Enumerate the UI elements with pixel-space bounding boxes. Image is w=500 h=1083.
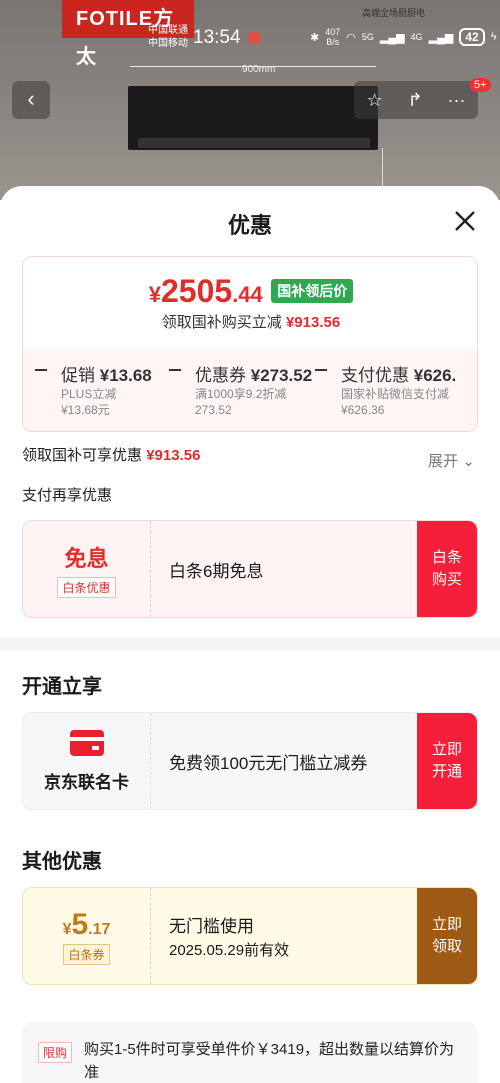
carrier-info: 中国联通 中国移动 xyxy=(148,24,188,50)
claim-button[interactable]: 立即 领取 xyxy=(417,888,477,984)
range-hood-base xyxy=(138,138,370,148)
interest-free-label: 免息 xyxy=(64,545,109,571)
coupon-left: ¥5.17 白条券 xyxy=(23,888,151,984)
coupon-left: 京东联名卡 xyxy=(23,713,151,809)
carrier-2: 中国移动 xyxy=(148,38,188,49)
price-integer: 2505 xyxy=(161,273,233,309)
price-currency: ¥ xyxy=(148,282,161,307)
carrier-1: 中国联通 xyxy=(148,25,188,36)
section-title-other: 其他优惠 xyxy=(22,851,102,873)
network-4g: 4G xyxy=(410,32,423,42)
purchase-limit-notice: 限购 购买1-5件时可享受单件价￥3419，超出数量以结算价为准 xyxy=(22,1022,478,1083)
card-offer-desc: 免费领100元无门槛立减券 xyxy=(169,753,368,773)
final-price: ¥2505.44 国补领后价 xyxy=(23,273,477,310)
coupon-int: 5 xyxy=(71,907,89,941)
minus-icon xyxy=(169,369,181,371)
payment-offer-title: 支付再享优惠 xyxy=(22,487,113,504)
subsidy-amount: ¥913.56 xyxy=(285,314,341,331)
promo-text: 高端全场厨厨电 xyxy=(362,8,426,18)
interest-free-coupon: 免息 白条优惠 白条6期免息 白条购买 xyxy=(22,520,478,618)
baitiao-coupon: ¥5.17 白条券 无门槛使用 2025.05.29前有效 立即领取 xyxy=(22,887,478,985)
coupon-left: 免息 白条优惠 xyxy=(23,521,151,617)
coupon-title: 无门槛使用 xyxy=(169,917,254,936)
breakdown-label: 优惠券 xyxy=(195,366,246,385)
baitiao-buy-button[interactable]: 白条 购买 xyxy=(417,521,477,617)
coupon-desc: 无门槛使用 2025.05.29前有效 xyxy=(151,888,417,984)
star-icon[interactable]: ☆ xyxy=(366,90,382,111)
more-icon[interactable]: ··· xyxy=(448,90,466,111)
breakdown-label: 促销 xyxy=(61,366,95,385)
breakdown-amount: ¥626. xyxy=(413,366,457,385)
btn-line-1: 立即 xyxy=(431,916,462,933)
card-name: 京东联名卡 xyxy=(44,772,129,792)
price-subtitle: 领取国补购买立减 ¥913.56 xyxy=(23,311,477,332)
breakdown-amount: ¥13.68 xyxy=(99,366,152,385)
limit-text: 购买1-5件时可享受单件价￥3419，超出数量以结算价为准 xyxy=(84,1041,455,1081)
coupon-tag: 白条优惠 xyxy=(57,576,116,598)
discount-sheet: 优惠 ¥2505.44 国补领后价 领取国补购买立减 ¥913.56 促销 ¥1… xyxy=(0,186,500,1083)
breakdown-detail: 满1000享9.2折减 xyxy=(195,387,287,401)
breakdown-detail: 国家补贴微信支付减 xyxy=(341,387,450,401)
signal-icon: ▂▄▆ xyxy=(379,31,405,44)
top-actions: ☆ ↱ ··· xyxy=(354,81,478,119)
coupon-desc: 白条6期免息 xyxy=(151,521,417,617)
network-5g: 5G xyxy=(361,32,374,42)
expand-button[interactable]: 展开 ⌄ xyxy=(428,450,475,471)
message-badge: 5+ xyxy=(470,78,491,92)
gov-subsidy-label: 领取国补可享优惠 xyxy=(22,447,143,464)
minus-icon xyxy=(315,369,327,371)
measure-label: 900mm xyxy=(242,64,276,75)
limit-tag: 限购 xyxy=(38,1042,73,1063)
gov-subsidy-amount: ¥913.56 xyxy=(146,447,201,464)
cobrand-card-offer: 京东联名卡 免费领100元无门槛立减券 立即开通 xyxy=(22,712,478,810)
breakdown-item-payment: 支付优惠 ¥626. 国家补贴微信支付减 ¥626.36 xyxy=(303,349,463,431)
coupon-amount: ¥5.17 xyxy=(63,908,111,942)
breakdown-label: 支付优惠 xyxy=(341,366,409,385)
credit-card-icon xyxy=(69,729,104,756)
section-divider xyxy=(0,638,500,650)
coupon-dec: .17 xyxy=(88,920,111,938)
price-decimal: .44 xyxy=(232,282,263,307)
share-icon[interactable]: ↱ xyxy=(408,90,423,111)
battery-icon: 42 xyxy=(459,28,485,46)
coupon-tag: 白条券 xyxy=(63,943,110,965)
subsidy-label: 领取国补购买立减 xyxy=(161,314,282,331)
bluetooth-icon: ✱ xyxy=(310,31,320,44)
price-breakdown: 促销 ¥13.68 PLUS立减 ¥13.68元 优惠券 ¥273.52 满10… xyxy=(23,349,477,431)
close-icon[interactable] xyxy=(448,204,482,238)
btn-line-2: 购买 xyxy=(431,571,462,588)
installment-desc: 白条6期免息 xyxy=(169,561,264,581)
gov-subsidy-row: 领取国补可享优惠 ¥913.56 xyxy=(22,444,200,465)
btn-line-1: 白条 xyxy=(431,549,462,566)
clock: 13:54 xyxy=(193,27,241,48)
status-bar: 中国联通 中国移动 13:54 ✱ 407 B/s ◠ 5G ▂▄▆ 4G ▂▄… xyxy=(0,22,500,54)
signal-icon-2: ▂▄▆ xyxy=(428,31,454,44)
price-card: ¥2505.44 国补领后价 领取国补购买立减 ¥913.56 促销 ¥13.6… xyxy=(22,256,478,432)
btn-line-2: 开通 xyxy=(431,763,462,780)
net-speed: 407 B/s xyxy=(325,27,341,47)
breakdown-detail-2: 273.52 xyxy=(195,403,232,417)
expand-label: 展开 xyxy=(428,453,459,470)
status-indicators: ✱ 407 B/s ◠ 5G ▂▄▆ 4G ▂▄▆ 42 ϟ xyxy=(310,27,497,47)
coupon-desc: 免费领100元无门槛立减券 xyxy=(151,713,417,809)
back-button[interactable]: ‹ xyxy=(12,81,50,119)
coupon-expiry: 2025.05.29前有效 xyxy=(169,942,290,959)
minus-icon xyxy=(35,369,47,371)
btn-line-1: 立即 xyxy=(431,741,462,758)
price-tag: 国补领后价 xyxy=(271,279,354,303)
notification-icon xyxy=(248,32,260,44)
sheet-title: 优惠 xyxy=(227,213,272,238)
btn-line-2: 领取 xyxy=(431,938,462,955)
wifi-icon: ◠ xyxy=(346,31,356,44)
charging-icon: ϟ xyxy=(490,31,497,43)
chevron-down-icon: ⌄ xyxy=(462,453,475,470)
breakdown-item-coupon: 优惠券 ¥273.52 满1000享9.2折减 273.52 xyxy=(157,349,317,431)
section-title-activate: 开通立享 xyxy=(22,676,102,698)
activate-button[interactable]: 立即 开通 xyxy=(417,713,477,809)
breakdown-detail-2: ¥626.36 xyxy=(341,403,385,417)
